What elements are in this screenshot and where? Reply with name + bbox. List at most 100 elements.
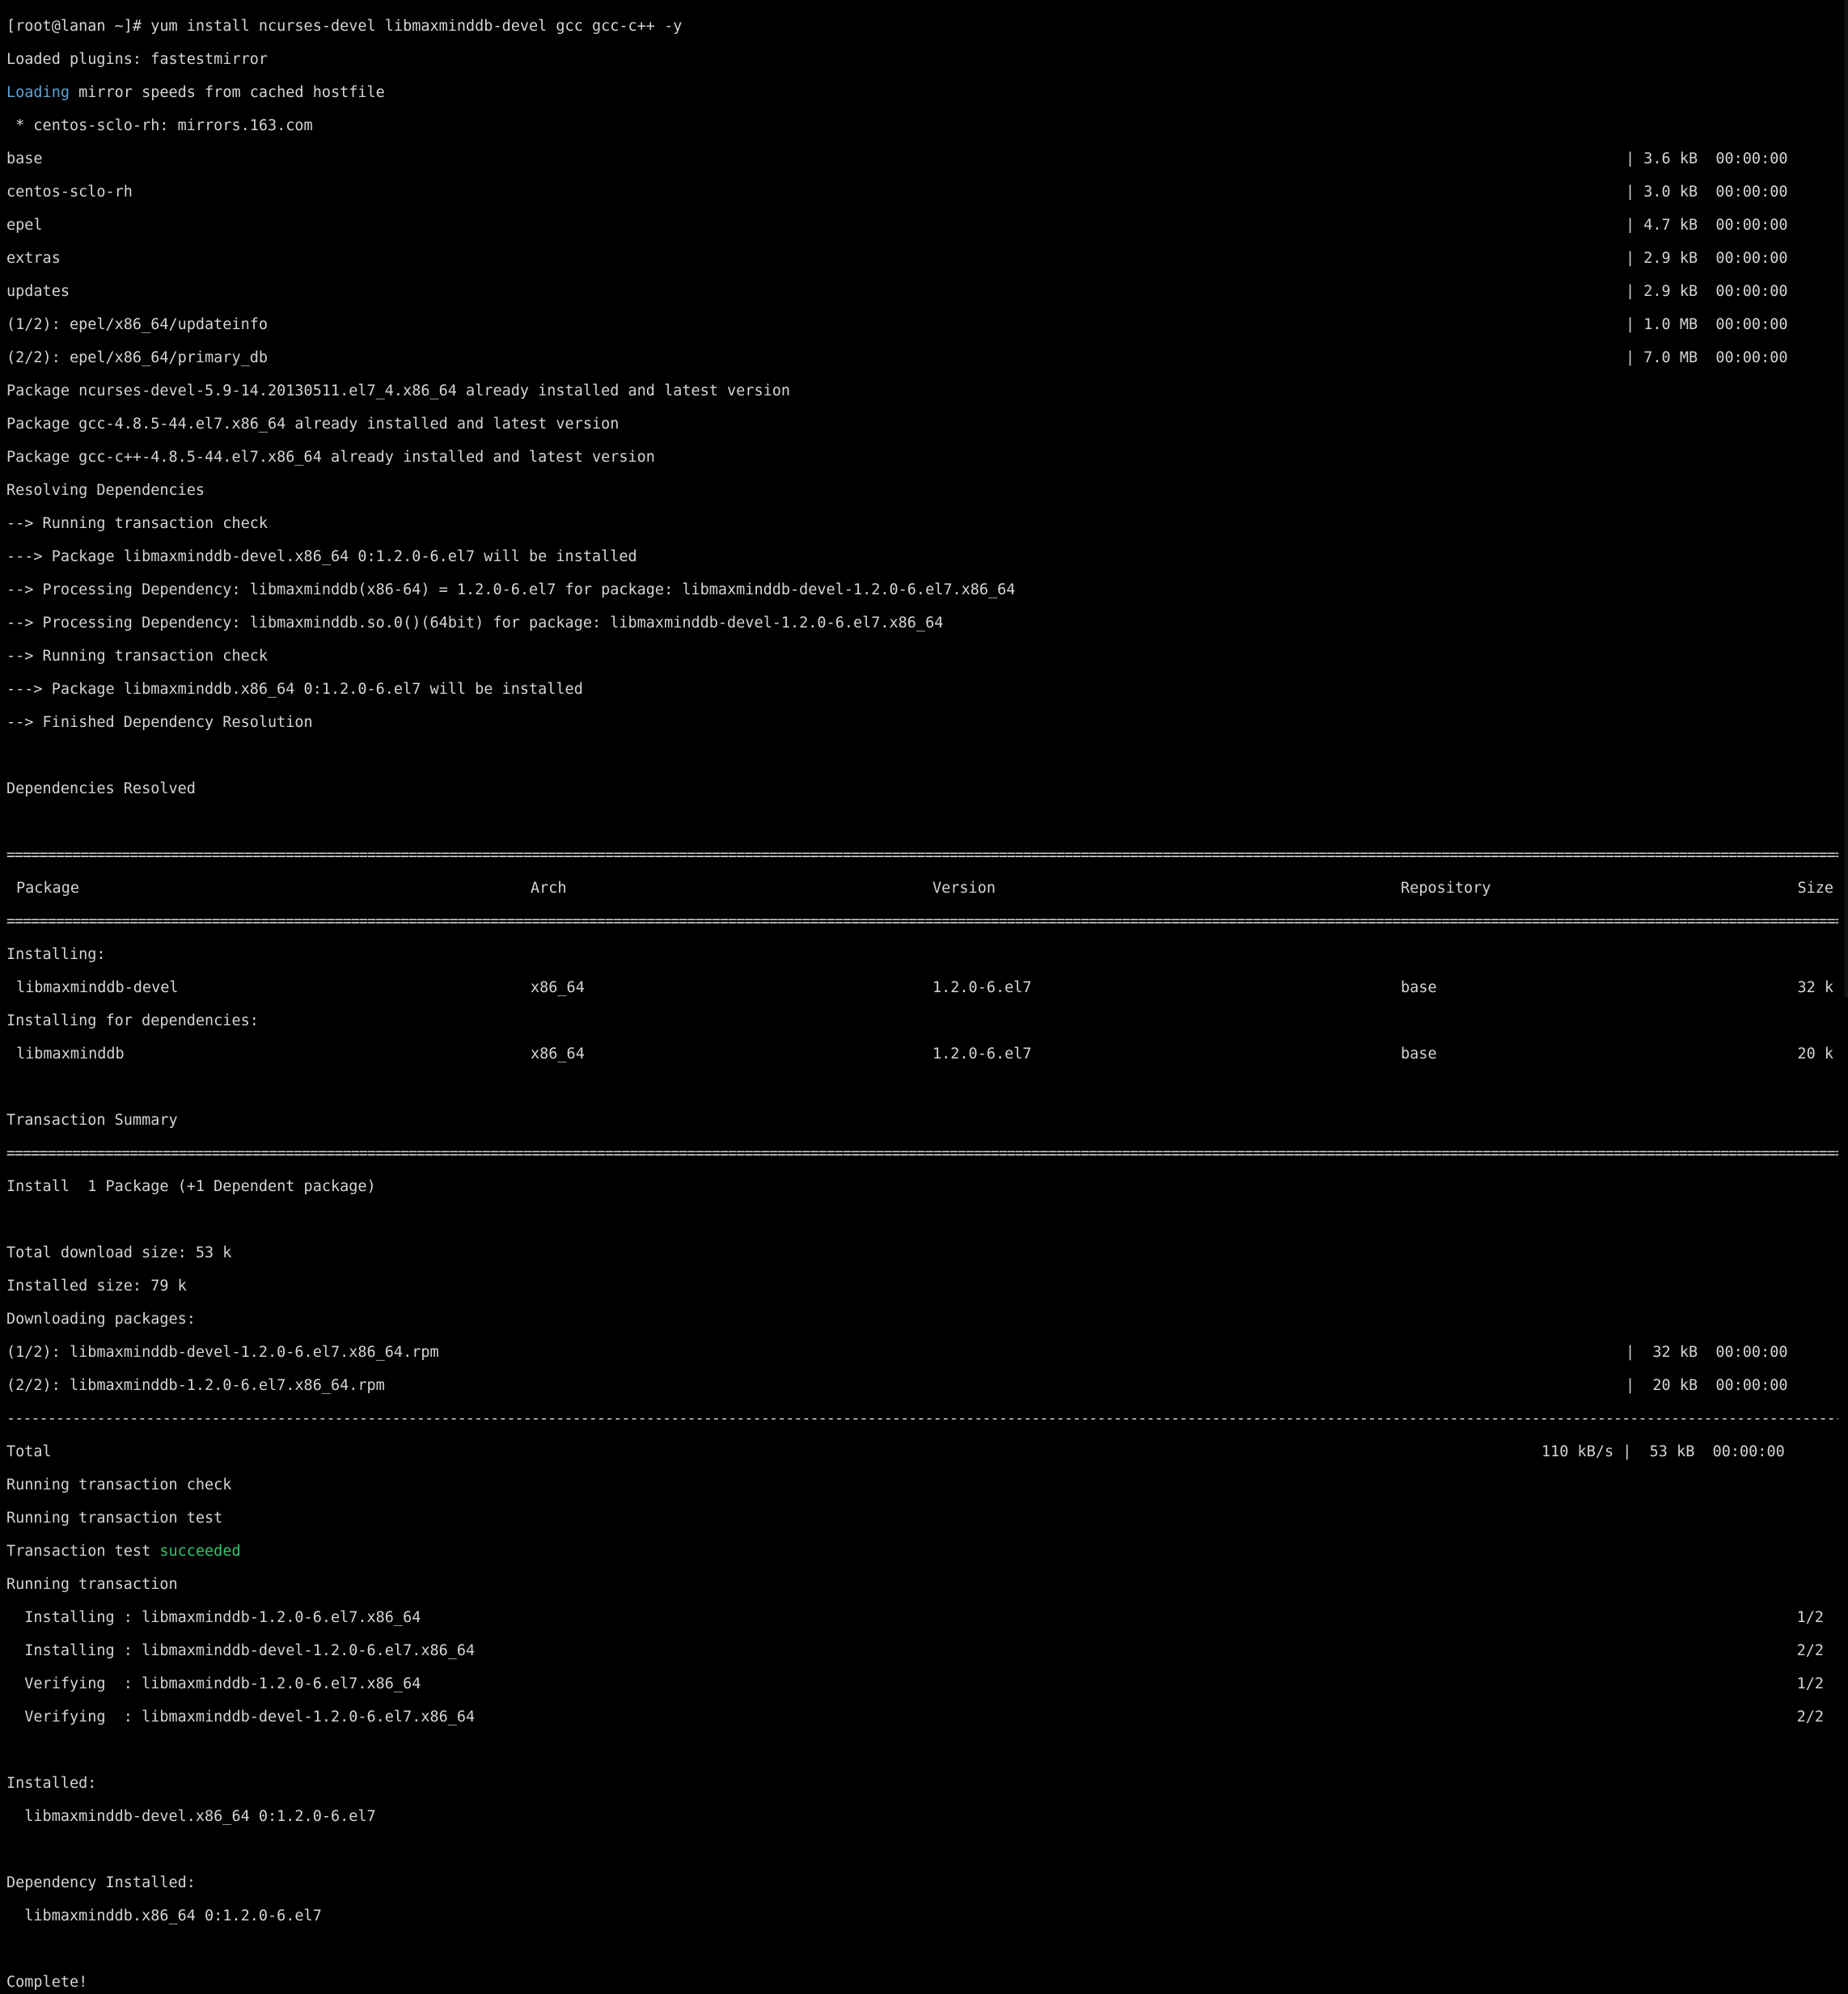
output-line: --> Processing Dependency: libmaxminddb(… — [6, 581, 1016, 598]
deps-resolved: Dependencies Resolved — [6, 779, 196, 797]
repo-stat: | 1.0 MB 00:00:00 — [1626, 315, 1788, 333]
total-label: Total — [6, 1443, 52, 1460]
table-row: libmaxminddb x86_64 1.2.0-6.el7 base 20 k — [6, 1046, 1848, 1063]
separator-dash: ----------------------------------------… — [6, 1410, 1838, 1427]
row-arch: x86_64 — [531, 978, 585, 996]
repo-stat: | 7.0 MB 00:00:00 — [1626, 349, 1788, 366]
mirror-rest: mirror speeds from cached hostfile — [69, 83, 385, 101]
installed-label: Installed: — [6, 1774, 97, 1792]
total-download-size: Total download size: 53 k — [6, 1244, 232, 1261]
separator-equals: ========================================… — [6, 847, 1838, 864]
installed-size: Installed size: 79 k — [6, 1277, 187, 1295]
downloading-label: Downloading packages: — [6, 1310, 196, 1328]
output-line: --> Processing Dependency: libmaxminddb.… — [6, 614, 944, 632]
repo-name: epel — [6, 216, 43, 234]
download-row: (1/2): libmaxminddb-devel-1.2.0-6.el7.x8… — [6, 1343, 1848, 1362]
step-row: Installing : libmaxminddb-devel-1.2.0-6.… — [6, 1641, 1848, 1660]
output-line: --> Running transaction check — [6, 514, 269, 532]
table-header: Package Arch Version Repository Size — [6, 879, 1848, 898]
step-text: Verifying : libmaxminddb-devel-1.2.0-6.e… — [6, 1708, 476, 1726]
total-row: Total 110 kB/s | 53 kB 00:00:00 — [6, 1443, 1848, 1461]
download-name: (1/2): libmaxminddb-devel-1.2.0-6.el7.x8… — [6, 1343, 439, 1361]
output-line: Package gcc-4.8.5-44.el7.x86_64 already … — [6, 415, 620, 433]
download-stat: | 20 kB 00:00:00 — [1626, 1376, 1788, 1394]
plugins-line: Loaded plugins: fastestmirror — [6, 50, 269, 68]
repo-name: (1/2): epel/x86_64/updateinfo — [6, 315, 269, 333]
running-line: Running transaction — [6, 1575, 178, 1593]
repo-row: extras | 2.9 kB 00:00:00 — [6, 249, 1848, 268]
step-count: 1/2 — [1796, 1675, 1824, 1692]
header-version: Version — [932, 879, 996, 897]
installing-label: Installing: — [6, 945, 106, 963]
step-count: 2/2 — [1796, 1641, 1824, 1659]
repo-row: epel | 4.7 kB 00:00:00 — [6, 216, 1848, 234]
download-stat: | 32 kB 00:00:00 — [1626, 1343, 1788, 1361]
repo-stat: | 2.9 kB 00:00:00 — [1626, 282, 1788, 300]
repo-name: extras — [6, 249, 61, 267]
output-line: ---> Package libmaxminddb-devel.x86_64 0… — [6, 547, 637, 565]
repo-row: (2/2): epel/x86_64/primary_db | 7.0 MB 00… — [6, 349, 1848, 367]
installed-package: libmaxminddb-devel.x86_64 0:1.2.0-6.el7 — [6, 1807, 376, 1825]
repo-stat: | 3.6 kB 00:00:00 — [1626, 150, 1788, 167]
test-result-line: Transaction test succeeded — [6, 1542, 1848, 1561]
run-check-line: Running transaction check — [6, 1476, 232, 1493]
row-size: 20 k — [1797, 1045, 1833, 1062]
run-test-line: Running transaction test — [6, 1509, 223, 1527]
download-name: (2/2): libmaxminddb-1.2.0-6.el7.x86_64.r… — [6, 1376, 385, 1394]
row-size: 32 k — [1797, 978, 1833, 996]
repo-name: (2/2): epel/x86_64/primary_db — [6, 349, 269, 366]
step-text: Installing : libmaxminddb-1.2.0-6.el7.x8… — [6, 1608, 421, 1626]
step-row: Installing : libmaxminddb-1.2.0-6.el7.x8… — [6, 1608, 1848, 1627]
output-line: --> Running transaction check — [6, 647, 269, 665]
output-line: Package ncurses-devel-5.9-14.20130511.el… — [6, 382, 791, 399]
row-package: libmaxminddb-devel — [16, 978, 179, 996]
repo-name: base — [6, 150, 43, 167]
loading-word: Loading — [6, 83, 70, 101]
row-version: 1.2.0-6.el7 — [932, 1045, 1032, 1062]
step-text: Verifying : libmaxminddb-1.2.0-6.el7.x86… — [6, 1675, 421, 1692]
step-count: 1/2 — [1796, 1608, 1824, 1626]
row-repository: base — [1401, 1045, 1437, 1062]
step-text: Installing : libmaxminddb-devel-1.2.0-6.… — [6, 1641, 476, 1659]
dependency-installed-label: Dependency Installed: — [6, 1874, 196, 1891]
complete-message: Complete! — [6, 1973, 88, 1991]
dependency-installed-package: libmaxminddb.x86_64 0:1.2.0-6.el7 — [6, 1907, 322, 1924]
scrollbar[interactable] — [1845, 0, 1848, 997]
output-line: ---> Package libmaxminddb.x86_64 0:1.2.0… — [6, 680, 583, 698]
repo-name: centos-sclo-rh — [6, 183, 133, 201]
step-count: 2/2 — [1796, 1708, 1824, 1726]
header-arch: Arch — [531, 879, 567, 897]
output-line: --> Finished Dependency Resolution — [6, 713, 313, 731]
row-package: libmaxminddb — [16, 1045, 125, 1062]
repo-stat: | 4.7 kB 00:00:00 — [1626, 216, 1788, 234]
download-row: (2/2): libmaxminddb-1.2.0-6.el7.x86_64.r… — [6, 1376, 1848, 1395]
separator-equals: ========================================… — [6, 913, 1838, 930]
output-line: Resolving Dependencies — [6, 481, 205, 499]
header-repository: Repository — [1401, 879, 1491, 897]
terminal-output[interactable]: [root@lanan ~]# yum install ncurses-deve… — [0, 0, 1848, 1990]
repo-row: centos-sclo-rh | 3.0 kB 00:00:00 — [6, 184, 1848, 201]
repo-row: (1/2): epel/x86_64/updateinfo | 1.0 MB 00… — [6, 315, 1848, 334]
mirror-host-line: * centos-sclo-rh: mirrors.163.com — [6, 116, 313, 134]
command-prompt: [root@lanan ~]# yum install ncurses-deve… — [6, 17, 683, 35]
mirror-line: Loading mirror speeds from cached hostfi… — [6, 83, 1848, 102]
repo-row: updates | 2.9 kB 00:00:00 — [6, 282, 1848, 301]
repo-name: updates — [6, 282, 70, 300]
row-arch: x86_64 — [531, 1045, 585, 1062]
row-version: 1.2.0-6.el7 — [932, 978, 1032, 996]
test-result-prefix: Transaction test — [6, 1542, 160, 1560]
step-row: Verifying : libmaxminddb-1.2.0-6.el7.x86… — [6, 1675, 1848, 1693]
table-row: libmaxminddb-devel x86_64 1.2.0-6.el7 base 3… — [6, 978, 1848, 997]
separator-equals: ========================================… — [6, 1145, 1838, 1162]
header-size: Size — [1797, 879, 1833, 897]
transaction-summary: Transaction Summary — [6, 1111, 178, 1129]
repo-stat: | 3.0 kB 00:00:00 — [1626, 183, 1788, 201]
install-summary: Install 1 Package (+1 Dependent package) — [6, 1177, 376, 1195]
